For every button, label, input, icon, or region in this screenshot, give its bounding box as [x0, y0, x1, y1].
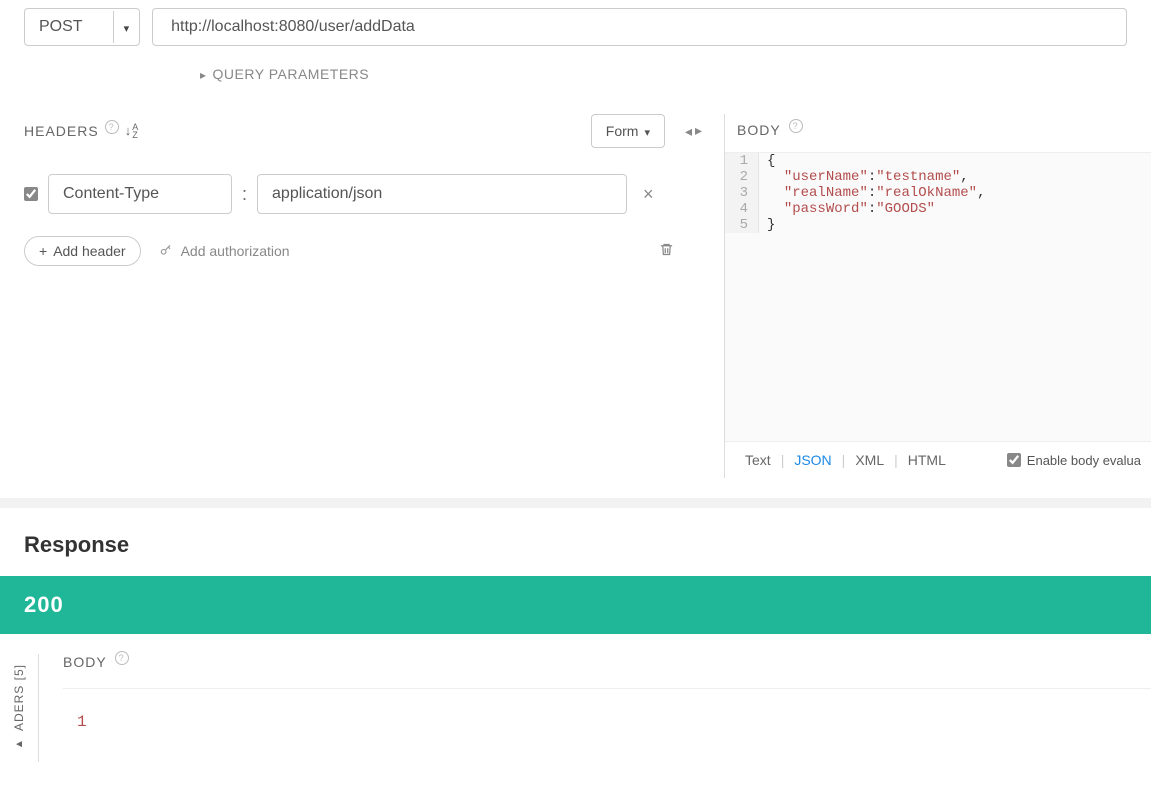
method-dropdown-button[interactable]: [113, 11, 140, 43]
key-icon: [159, 243, 173, 260]
tab-text[interactable]: Text: [739, 452, 777, 468]
help-icon[interactable]: ?: [115, 651, 129, 665]
colon-separator: :: [242, 184, 247, 205]
enable-body-eval-label: Enable body evalua: [1027, 453, 1141, 468]
tab-html[interactable]: HTML: [902, 452, 952, 468]
body-title: BODY: [737, 122, 781, 138]
help-icon[interactable]: ?: [105, 120, 119, 134]
response-title: Response: [0, 508, 1151, 576]
header-value-input[interactable]: [257, 174, 627, 214]
chevron-right-icon: [200, 66, 207, 82]
url-input[interactable]: [152, 8, 1127, 46]
add-header-button[interactable]: + Add header: [24, 236, 141, 266]
chevron-down-icon: [124, 19, 130, 35]
tab-xml[interactable]: XML: [849, 452, 890, 468]
trash-icon[interactable]: [659, 242, 674, 260]
header-enabled-checkbox[interactable]: [24, 187, 38, 201]
header-view-dropdown[interactable]: Form: [591, 114, 665, 148]
chevron-down-icon: [644, 123, 650, 139]
header-row: : ×: [24, 174, 704, 214]
sort-icon[interactable]: ↓AZ: [125, 123, 140, 140]
body-panel: ▸ BODY ? 1{ 2 "userName":"testname", 3 "…: [724, 114, 1151, 478]
response-body-content: 1: [63, 713, 1151, 731]
response-headers-tab[interactable]: ▸ ADERS [5]: [0, 654, 39, 762]
header-name-input[interactable]: [48, 174, 232, 214]
response-body-title: BODY: [63, 654, 107, 670]
body-editor[interactable]: 1{ 2 "userName":"testname", 3 "realName"…: [725, 152, 1151, 442]
headers-panel: HEADERS ? ↓AZ Form ◂ : × + Add header: [24, 114, 724, 478]
method-value: POST: [25, 12, 113, 42]
headers-title: HEADERS ? ↓AZ: [24, 123, 139, 140]
help-icon[interactable]: ?: [789, 119, 803, 133]
status-banner: 200: [0, 576, 1151, 634]
method-selector[interactable]: POST: [24, 8, 140, 46]
query-params-toggle[interactable]: QUERY PARAMETERS: [200, 66, 1127, 82]
plus-icon: +: [39, 243, 47, 259]
add-authorization-button[interactable]: Add authorization: [159, 243, 290, 260]
response-section: Response 200 ▸ ADERS [5] BODY ? 1: [0, 498, 1151, 762]
enable-body-eval-checkbox[interactable]: [1007, 453, 1021, 467]
collapse-right-icon[interactable]: ▸: [695, 122, 702, 139]
chevron-right-icon: ▸: [12, 737, 26, 752]
tab-json[interactable]: JSON: [788, 452, 837, 468]
remove-header-button[interactable]: ×: [643, 184, 654, 205]
query-params-label: QUERY PARAMETERS: [213, 66, 370, 82]
